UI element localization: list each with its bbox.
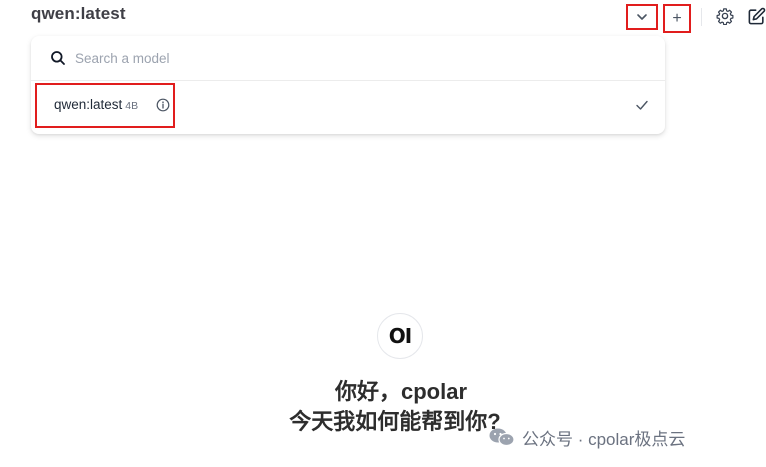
- header-divider: [701, 8, 702, 26]
- model-selector-title[interactable]: qwen:latest: [31, 4, 126, 24]
- search-icon: [51, 51, 65, 65]
- settings-button[interactable]: [714, 5, 736, 27]
- model-dropdown: qwen:latest4B: [31, 36, 665, 134]
- gear-icon: [716, 8, 734, 25]
- edit-icon: [748, 7, 765, 24]
- chevron-down-icon: [637, 14, 647, 20]
- model-item-label: qwen:latest 4B: [54, 97, 138, 112]
- model-search-input[interactable]: [75, 47, 635, 69]
- model-list-item[interactable]: qwen:latest 4B: [35, 83, 661, 129]
- add-model-button[interactable]: +: [663, 4, 691, 33]
- info-icon[interactable]: [156, 98, 170, 112]
- greeting-text: 你好，cpolar: [334, 379, 468, 404]
- check-icon: [636, 100, 648, 110]
- logo-text: OI: [388, 324, 412, 348]
- plus-icon: +: [672, 9, 682, 27]
- wechat-icon: [489, 428, 515, 447]
- model-dropdown-button[interactable]: [626, 4, 658, 30]
- model-search-row: [31, 36, 665, 81]
- model-item-name: qwen:latest: [54, 97, 123, 112]
- watermark-text: 公众号 · cpolar极点云: [522, 429, 686, 449]
- watermark: 公众号 · cpolar极点云: [488, 425, 685, 449]
- new-chat-button[interactable]: [745, 5, 766, 27]
- page: qwen:latest + qwen:lates: [0, 0, 766, 467]
- model-size-badge: 4B: [125, 100, 139, 112]
- app-logo: OI: [377, 313, 423, 359]
